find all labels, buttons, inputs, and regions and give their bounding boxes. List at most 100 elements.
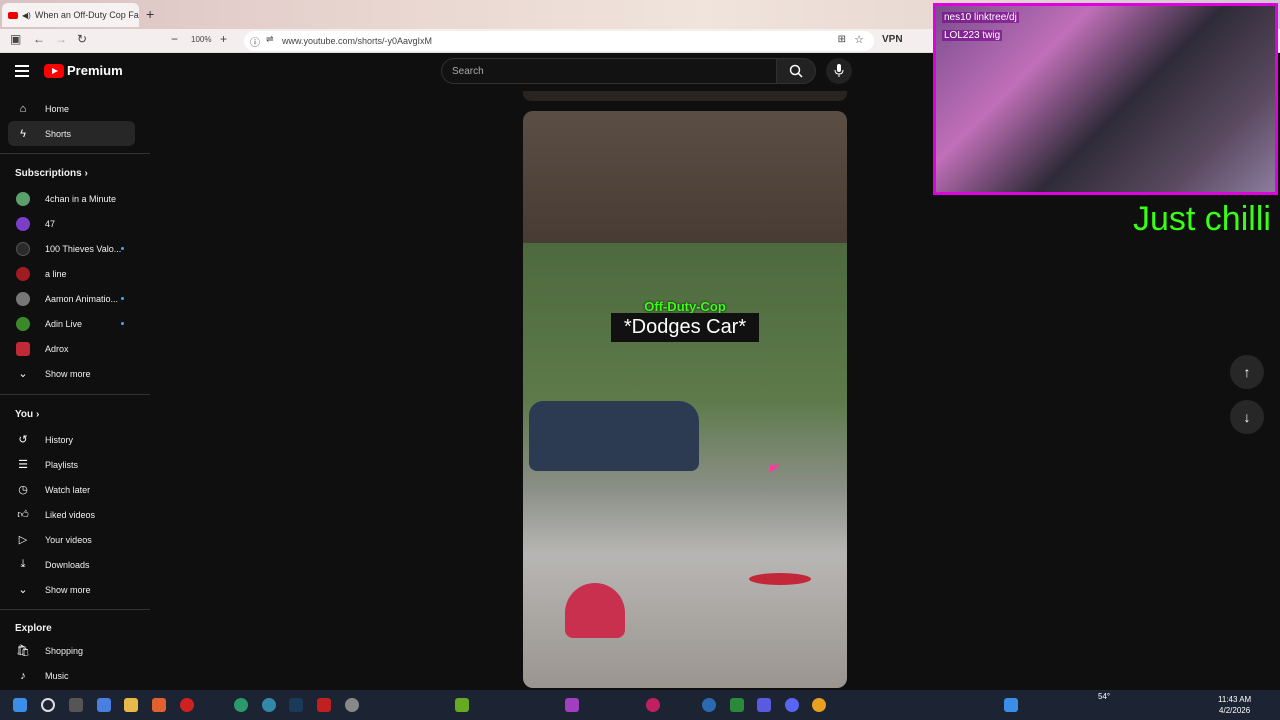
sidebar-item-history[interactable]: ↺ History (8, 427, 135, 452)
cam-overlay-text-2: LOL223 twig (942, 30, 1003, 41)
avatar (16, 341, 30, 356)
workspaces-icon[interactable]: ▣ (10, 32, 21, 46)
you-show-more[interactable]: ⌄ Show more (8, 577, 135, 602)
home-icon: ⌂ (19, 102, 27, 115)
previous-short-preview[interactable] (523, 91, 847, 101)
search-button[interactable] (776, 58, 816, 84)
video-caption-top: Off-Duty-Cop (644, 299, 726, 314)
police-car (529, 401, 699, 471)
windows-start-icon[interactable] (13, 698, 27, 712)
sidebar-item-playlists[interactable]: ☰ Playlists (8, 452, 135, 477)
sidebar-item-your-videos[interactable]: ▷ Your videos (8, 527, 135, 552)
app-icon[interactable] (702, 698, 716, 712)
zoom-level[interactable]: 100% (191, 35, 211, 44)
sidebar-item-label: Aamon Animatio... (45, 293, 119, 304)
downloads-icon: ⤓ (20, 558, 26, 570)
previous-short-button[interactable]: ↑ (1230, 355, 1264, 389)
menu-icon[interactable] (15, 65, 29, 77)
edge-icon[interactable] (234, 698, 248, 712)
sidebar-item-a-line[interactable]: a line (8, 261, 135, 286)
sidebar-item-home[interactable]: ⌂ Home (8, 96, 135, 121)
youtube-play-icon (44, 63, 64, 78)
new-content-dot (121, 322, 124, 325)
chevron-right-icon: › (84, 168, 88, 179)
video-caption-main: *Dodges Car* (611, 313, 759, 342)
app-icon[interactable] (317, 698, 331, 712)
zoom-out-icon[interactable]: − (171, 32, 178, 46)
discord-icon[interactable] (785, 698, 799, 712)
sidebar-item-label: Show more (45, 368, 91, 379)
file-explorer-icon[interactable] (124, 698, 138, 712)
sidebar: ⌂ Home ϟ Shorts Subscriptions › 4chan in… (0, 95, 150, 690)
browser-icon[interactable] (262, 698, 276, 712)
sidebar-item-shorts[interactable]: ϟ Shorts (8, 121, 135, 146)
sidebar-item-music[interactable]: ♪ Music (8, 663, 135, 688)
nvidia-icon[interactable] (455, 698, 469, 712)
voice-search-button[interactable] (826, 58, 852, 84)
avatar (16, 191, 30, 206)
chrome-icon[interactable] (812, 698, 826, 712)
arrow-down-icon: ↓ (1243, 409, 1251, 425)
sidebar-item-label: 4chan in a Minute (45, 193, 117, 204)
sidebar-item-47[interactable]: 47 (8, 211, 135, 236)
obs-icon[interactable] (345, 698, 359, 712)
system-clock[interactable]: 11:43 AM 4/2/2026 (1218, 694, 1251, 716)
task-view-icon[interactable] (69, 698, 83, 712)
sidebar-item-aamon[interactable]: Aamon Animatio... (8, 286, 135, 311)
sidebar-item-label: Liked videos (45, 509, 96, 520)
bookmark-star-icon[interactable]: ☆ (854, 33, 864, 46)
search-input[interactable]: Search (441, 58, 777, 84)
windows-taskbar: 54° 11:43 AM 4/2/2026 (0, 690, 1280, 720)
subscriptions-heading[interactable]: Subscriptions › (15, 168, 88, 179)
shorts-video-player[interactable]: Off-Duty-Cop *Dodges Car* (523, 111, 847, 688)
shopping-icon: 🛍︎ (16, 645, 30, 657)
stream-ticker-text: Just chilli (1133, 200, 1271, 238)
your-videos-icon: ▷ (18, 534, 28, 546)
steam-icon[interactable] (289, 698, 303, 712)
reload-icon[interactable]: ↻ (77, 32, 87, 46)
widgets-icon[interactable] (97, 698, 111, 712)
weather-temp[interactable]: 54° (1098, 692, 1110, 701)
you-heading[interactable]: You › (15, 409, 39, 420)
opera-icon[interactable] (180, 698, 194, 712)
sidebar-item-100-thieves[interactable]: 100 Thieves Valo... (8, 236, 135, 261)
sidebar-item-shopping[interactable]: 🛍︎ Shopping (8, 638, 135, 663)
install-app-icon[interactable]: ⊞ (838, 34, 846, 45)
app-icon[interactable] (1004, 698, 1018, 712)
mouse-cursor (770, 465, 780, 473)
tune-icon[interactable]: ⇌ (266, 34, 274, 45)
divider (0, 153, 150, 154)
app-icon[interactable] (646, 698, 660, 712)
avatar (16, 266, 30, 281)
subscriptions-show-more[interactable]: ⌄ Show more (8, 361, 135, 386)
app-icon[interactable] (565, 698, 579, 712)
sidebar-item-adin-live[interactable]: Adin Live (8, 311, 135, 336)
sidebar-item-4chan-in-a-minute[interactable]: 4chan in a Minute (8, 186, 135, 211)
app-icon[interactable] (152, 698, 166, 712)
sidebar-item-label: 100 Thieves Valo... (45, 243, 122, 254)
app-icon[interactable] (757, 698, 771, 712)
app-icon[interactable] (730, 698, 744, 712)
back-icon[interactable]: ← (33, 32, 45, 46)
search-taskbar-icon[interactable] (41, 698, 55, 712)
new-tab-button[interactable]: + (146, 6, 154, 22)
speaker-icon[interactable]: ◀) (22, 11, 31, 20)
zoom-in-icon[interactable]: + (220, 32, 227, 46)
sidebar-item-label: Shopping (45, 645, 84, 656)
sidebar-item-adrox[interactable]: Adrox (8, 336, 135, 361)
sidebar-item-label: Music (45, 670, 69, 681)
sidebar-item-watch-later[interactable]: ◷ Watch later (8, 477, 135, 502)
vpn-button[interactable]: VPN (882, 34, 903, 45)
address-bar[interactable]: ⓘ ⇌ www.youtube.com/shorts/-y0AavgIxM ⊞ … (244, 31, 874, 51)
youtube-logo[interactable]: Premium (44, 63, 123, 78)
sidebar-item-liked-videos[interactable]: 👍︎ Liked videos (8, 502, 135, 527)
next-short-button[interactable]: ↓ (1230, 400, 1264, 434)
forward-icon[interactable]: → (55, 32, 67, 46)
red-stool (749, 573, 811, 585)
sidebar-item-label: Adrox (45, 343, 69, 354)
site-info-icon[interactable]: ⓘ (250, 34, 260, 49)
youtube-header: Premium Search (0, 53, 935, 91)
browser-tab[interactable]: ◀) When an Off-Duty Cop Fac ✕ (2, 3, 139, 27)
url-text: www.youtube.com/shorts/-y0AavgIxM (282, 36, 433, 46)
sidebar-item-downloads[interactable]: ⤓ Downloads (8, 552, 135, 577)
